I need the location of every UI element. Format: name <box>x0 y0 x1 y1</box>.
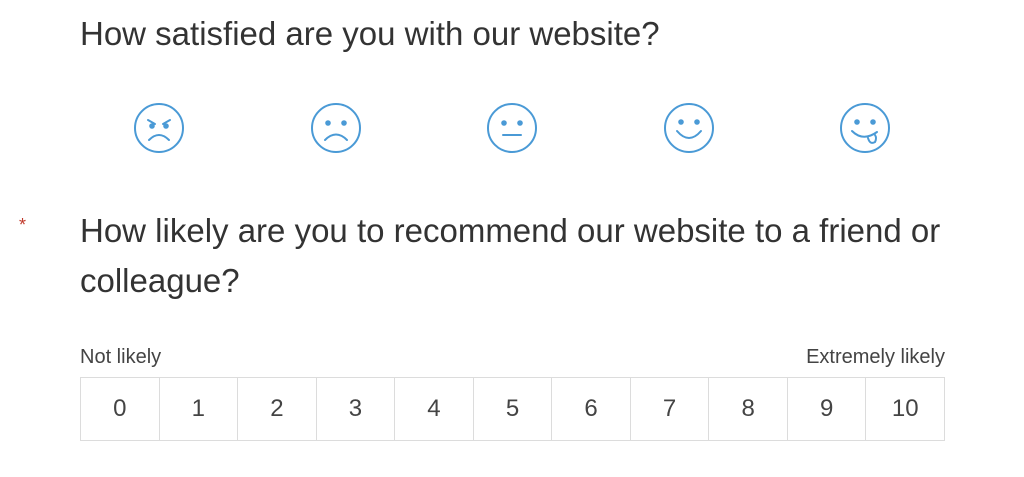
satisfaction-rating <box>0 100 1024 160</box>
recommend-question-title: How likely are you to recommend our webs… <box>80 212 941 299</box>
required-indicator: * <box>19 215 27 235</box>
rating-option-7[interactable]: 7 <box>630 378 710 440</box>
scale-high-label: Extremely likely <box>806 346 945 368</box>
nps-rating-scale: 0 1 2 3 4 5 6 7 8 9 10 <box>80 377 945 441</box>
neutral-face-icon[interactable] <box>484 100 540 156</box>
sad-face-icon[interactable] <box>308 100 364 156</box>
satisfaction-question-title: How satisfied are you with our website? <box>80 15 660 52</box>
rating-option-5[interactable]: 5 <box>473 378 553 440</box>
rating-option-9[interactable]: 9 <box>787 378 867 440</box>
rating-option-2[interactable]: 2 <box>238 378 317 440</box>
rating-option-0[interactable]: 0 <box>81 378 160 440</box>
rating-option-8[interactable]: 8 <box>709 378 788 440</box>
scale-low-label: Not likely <box>80 346 162 368</box>
rating-option-4[interactable]: 4 <box>395 378 474 440</box>
angry-face-icon[interactable] <box>131 100 187 156</box>
rating-option-10[interactable]: 10 <box>866 378 945 440</box>
playful-face-icon[interactable] <box>837 100 893 156</box>
rating-option-1[interactable]: 1 <box>159 378 239 440</box>
rating-option-3[interactable]: 3 <box>316 378 396 440</box>
survey-page: How satisfied are you with our website? <box>0 0 1024 477</box>
rating-option-6[interactable]: 6 <box>552 378 631 440</box>
smile-face-icon[interactable] <box>661 100 717 156</box>
